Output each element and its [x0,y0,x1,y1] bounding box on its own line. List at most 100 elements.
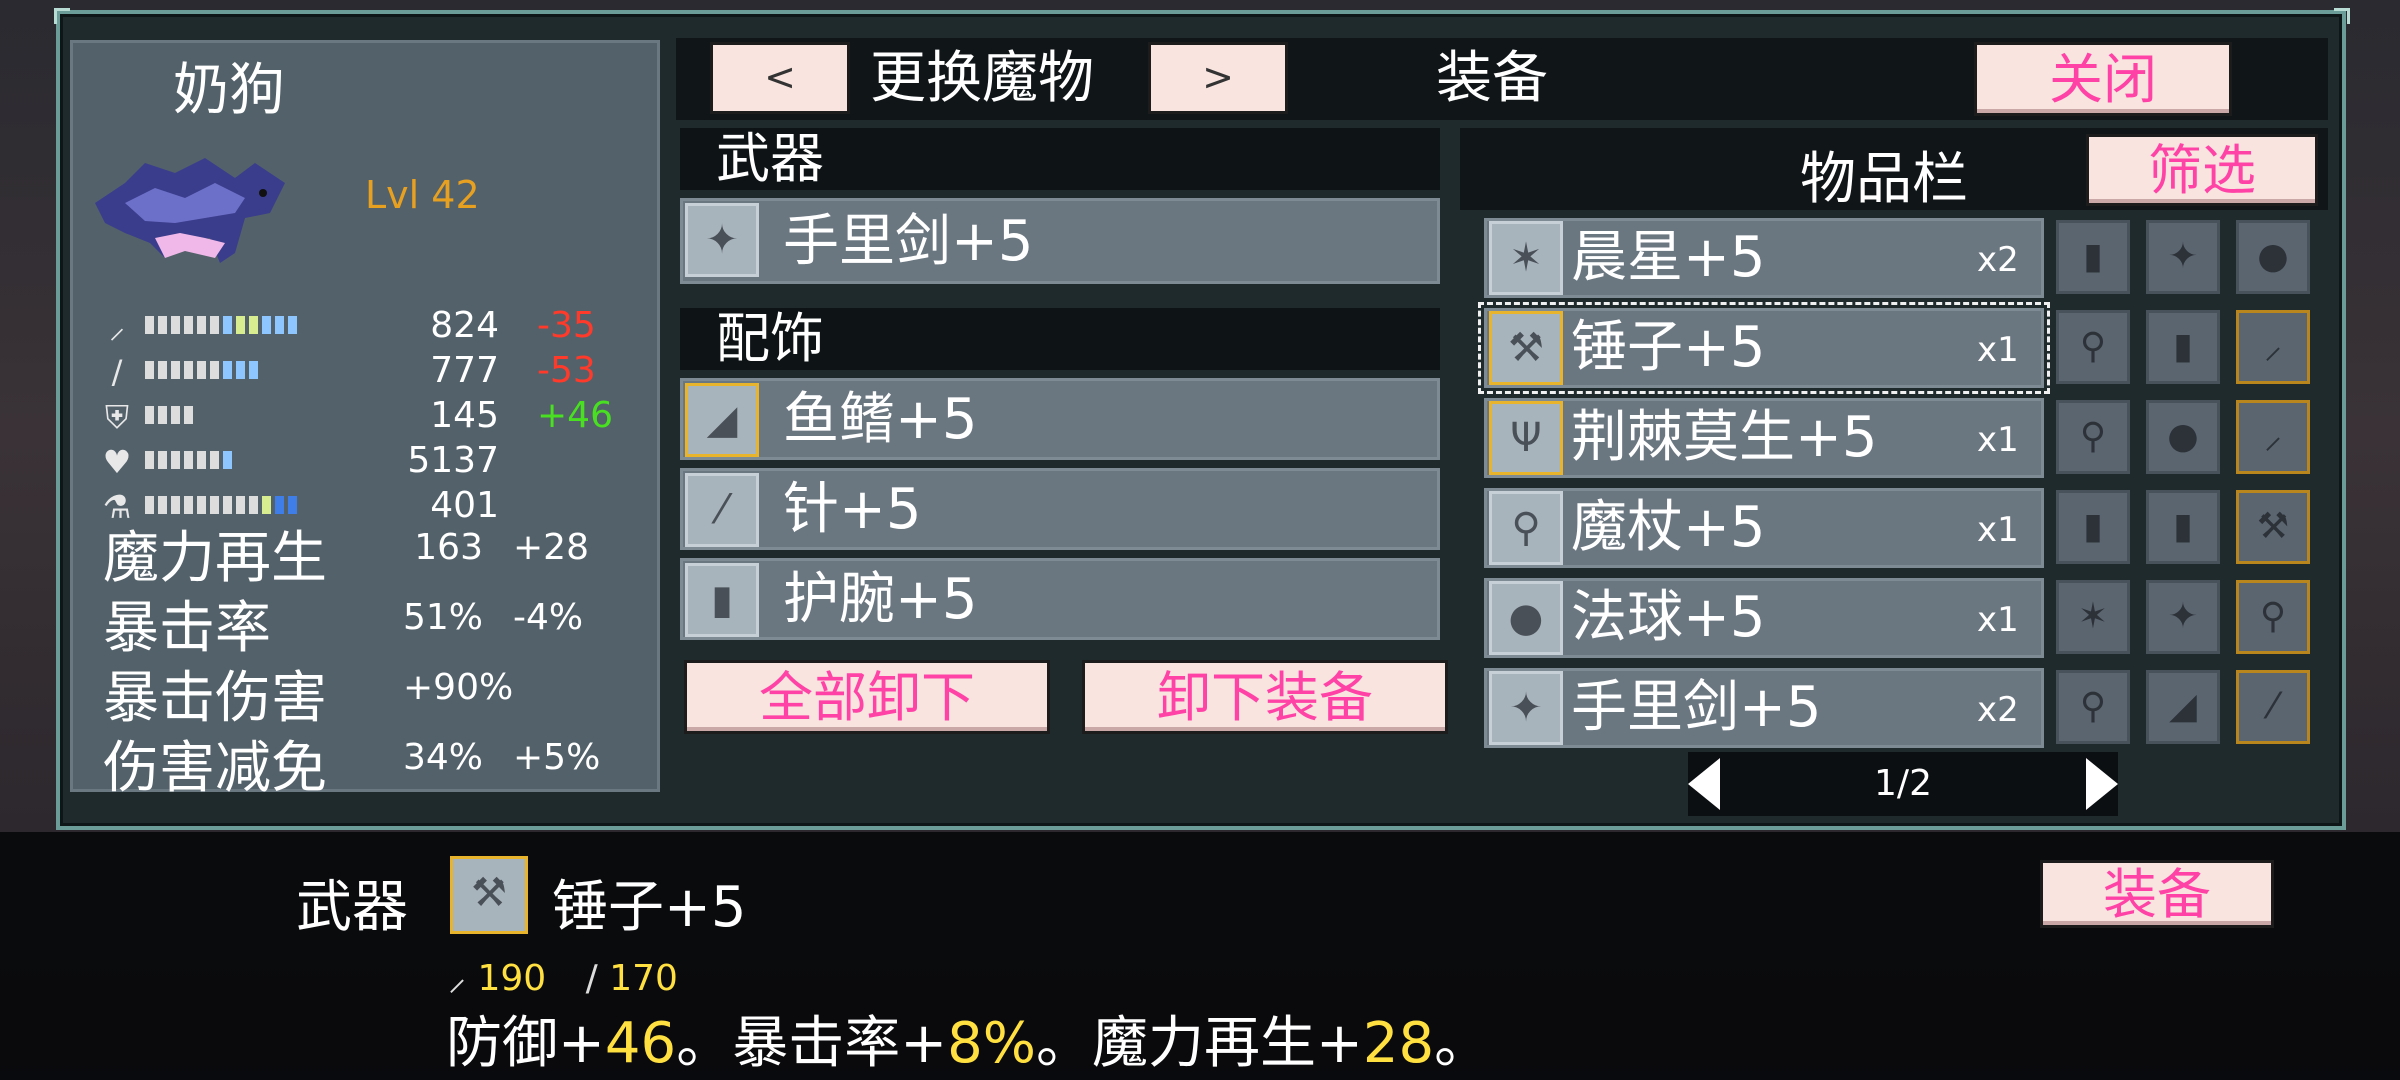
corner-decoration [2334,8,2350,24]
weapon-section-title: 武器 [680,128,1440,190]
morningstar-icon: ✶ [1489,221,1563,295]
inventory-item-label: 魔杖+5 [1571,495,1766,560]
bracer-icon[interactable]: ▮ [2056,220,2130,294]
stat-bar [145,496,301,514]
bracer-icon[interactable]: ▮ [2146,490,2220,564]
named-stat-value: 163 [414,527,483,568]
inventory-item[interactable]: ● 法球+5 x1 [1484,578,2044,658]
pagination-bar: 1/2 [1688,752,2118,816]
unequip-all-button[interactable]: 全部卸下 [684,660,1050,734]
detail-effect-part: 46 [604,1011,677,1076]
named-stat-label: 暴击率 [103,596,271,661]
stat-row: ⸝ 824 -35 [97,305,657,349]
unequip-button[interactable]: 卸下装备 [1082,660,1448,734]
inventory-item[interactable]: ✦ 手里剑+5 x2 [1484,668,2044,748]
inventory-item[interactable]: ⚒ 锤子+5 x1 [1478,302,2050,394]
needle-icon[interactable]: ⁄ [2236,670,2310,744]
inventory-item[interactable]: ⚲ 魔杖+5 x1 [1484,488,2044,568]
accessory-slot-label: 鱼鳍+5 [783,387,978,452]
accessory-slot[interactable]: ◢ 鱼鳍+5 [680,378,1440,460]
inventory-item-label: 晨星+5 [1571,225,1766,290]
stat-bar [145,316,301,334]
detail-effect-part: 8% [947,1011,1036,1076]
accessory-slot-label: 针+5 [783,477,922,542]
inventory-item-count: x2 [1977,240,2019,280]
accessory-slot[interactable]: ▮ 护腕+5 [680,558,1440,640]
change-monster-label: 更换魔物 [870,46,1094,111]
orb-icon[interactable]: ● [2146,400,2220,474]
detail-effect-part: 。魔力再生+ [1035,1011,1363,1076]
detail-magic-attack-value: 170 [609,958,678,999]
heart-icon: ♥ [102,443,132,481]
stat-delta: -35 [537,305,596,346]
hammer-icon: ⚒ [450,856,528,934]
named-stat-delta: -4% [513,597,584,638]
accessory-slot-label: 护腕+5 [783,567,978,632]
hammer-icon: ⚒ [1489,311,1563,385]
wand-icon: ⚲ [1489,491,1563,565]
weapon-slot-label: 手里剑+5 [783,209,1034,274]
weapon-slot[interactable]: ✦ 手里剑+5 [680,198,1440,284]
wand-icon[interactable]: ⚲ [2056,310,2130,384]
stat-row: ♥ 5137 [97,440,657,484]
shield-icon: ⛨ [104,398,129,436]
bracer-icon: ▮ [685,563,759,637]
named-stat-label: 魔力再生 [103,526,327,591]
detail-slot-label: 武器 [296,875,408,940]
wand-icon[interactable]: ⚲ [2236,580,2310,654]
inventory-item-count: x2 [1977,690,2019,730]
thornbush-icon: Ψ [1489,401,1563,475]
bracer-icon[interactable]: ▮ [2056,490,2130,564]
monster-portrait [95,158,285,263]
close-button[interactable]: 关闭 [1974,42,2232,116]
stat-value: 824 [430,305,499,346]
inventory-item[interactable]: ✶ 晨星+5 x2 [1484,218,2044,298]
fin-icon: ◢ [685,383,759,457]
equip-button[interactable]: 装备 [2040,860,2274,928]
named-stat-value: 51% [402,597,483,638]
detail-effect-part: 28 [1362,1011,1435,1076]
stat-delta: +46 [537,395,613,436]
monster-name: 奶狗 [173,58,285,123]
stat-value: 777 [430,350,499,391]
inventory-item-count: x1 [1977,420,2019,460]
inventory-item-count: x1 [1977,510,2019,550]
sword-icon: ⸝ [448,958,466,999]
orb-icon: ● [1489,581,1563,655]
orb-icon[interactable]: ● [2236,220,2310,294]
accessory-slot[interactable]: ⁄ 针+5 [680,468,1440,550]
staff-icon: / [585,958,598,999]
shuriken-icon[interactable]: ✦ [2146,580,2220,654]
prev-monster-button[interactable]: < [710,42,850,114]
filter-button[interactable]: 筛选 [2086,134,2318,206]
fin-icon[interactable]: ◢ [2146,670,2220,744]
monster-stats-card: 奶狗 Lvl 42 ⸝ 824 -35/777 -53 ⛨ 145 +46 ♥ 5137 ⚗ 401… [70,40,660,801]
bracer-icon[interactable]: ▮ [2146,310,2220,384]
named-stat-value: +90% [403,667,514,708]
inventory-item-count: x1 [1977,330,2019,370]
sword-icon: ⸝ [108,308,125,346]
stat-row: ⛨ 145 +46 [97,395,657,439]
next-monster-button[interactable]: > [1148,42,1288,114]
inventory-item[interactable]: Ψ 荆棘莫生+5 x1 [1484,398,2044,478]
detail-effect-text: 防御+46。暴击率+8%。魔力再生+28。 [446,998,1490,1079]
shuriken-icon: ✦ [1489,671,1563,745]
stat-value: 5137 [407,440,499,481]
inventory-item-label: 锤子+5 [1571,315,1766,380]
next-page-arrow-icon[interactable] [2084,758,2118,810]
inventory-item-label: 法球+5 [1571,585,1766,650]
sword-icon[interactable]: ⸝ [2236,310,2310,384]
hammer-icon[interactable]: ⚒ [2236,490,2310,564]
wand-icon[interactable]: ⚲ [2056,670,2130,744]
stat-bar [145,406,197,424]
inventory-item-label: 手里剑+5 [1571,675,1822,740]
sword-icon[interactable]: ⸝ [2236,400,2310,474]
staff-icon: / [111,353,123,391]
wand-icon[interactable]: ⚲ [2056,400,2130,474]
page-title: 装备 [1436,46,1548,111]
stat-delta: -53 [537,350,596,391]
shuriken-icon[interactable]: ✦ [2146,220,2220,294]
stat-value: 401 [430,485,499,526]
named-stat-label: 伤害减免 [103,736,327,801]
morningstar-icon[interactable]: ✶ [2056,580,2130,654]
